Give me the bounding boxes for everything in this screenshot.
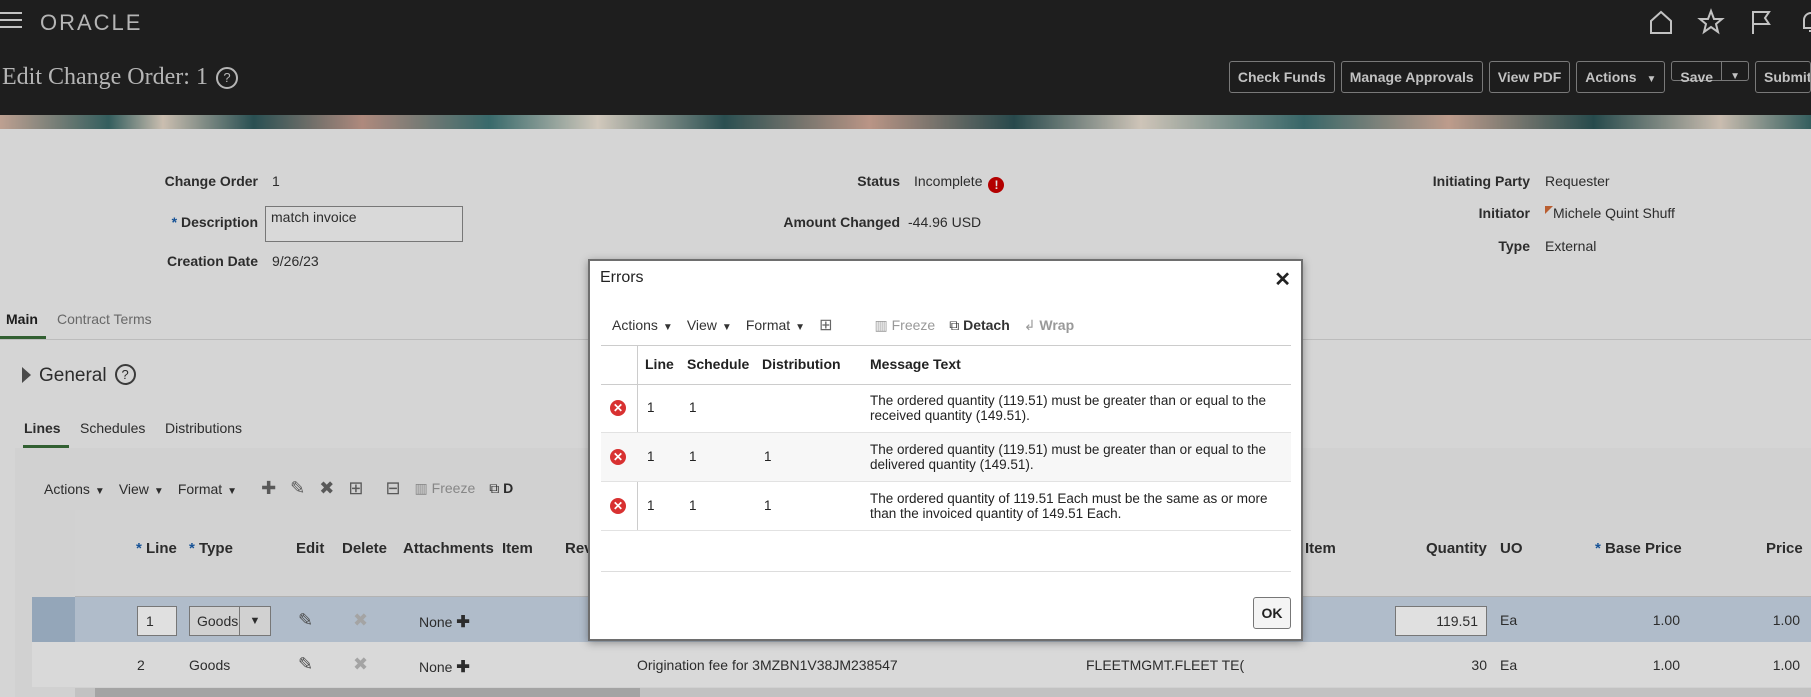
col-schedule[interactable]: Schedule bbox=[687, 356, 749, 372]
divider bbox=[601, 571, 1291, 572]
wrap-icon: ↲ bbox=[1023, 316, 1036, 333]
error-message: The ordered quantity of 119.51 Each must… bbox=[870, 491, 1268, 521]
col-message-text[interactable]: Message Text bbox=[870, 356, 961, 372]
table-row[interactable]: ✕ 1 1 1 The ordered quantity (119.51) mu… bbox=[601, 433, 1291, 482]
table-row[interactable]: ✕ 1 1 1 The ordered quantity of 119.51 E… bbox=[601, 482, 1291, 531]
errors-toolbar: Actions View Format ⊞ ▥ Freeze ⧉ Detach … bbox=[612, 315, 1074, 335]
freeze-label: Freeze bbox=[891, 316, 936, 333]
detach-icon: ⧉ bbox=[949, 316, 960, 333]
wrap-button[interactable]: ↲ Wrap bbox=[1024, 317, 1074, 334]
errors-table-header: Line Schedule Distribution Message Text bbox=[601, 345, 1291, 385]
error-icon: ✕ bbox=[610, 498, 626, 514]
errors-dialog: Errors ✕ Actions View Format ⊞ ▥ Freeze … bbox=[588, 259, 1303, 641]
error-distribution: 1 bbox=[764, 498, 772, 513]
error-message: The ordered quantity (119.51) must be gr… bbox=[870, 442, 1266, 472]
errors-format-menu[interactable]: Format bbox=[746, 317, 805, 333]
detach-button[interactable]: ⧉ Detach bbox=[949, 317, 1010, 334]
error-schedule: 1 bbox=[689, 400, 697, 415]
error-schedule: 1 bbox=[689, 449, 697, 464]
error-icon: ✕ bbox=[610, 449, 626, 465]
col-distribution[interactable]: Distribution bbox=[762, 356, 841, 372]
error-distribution: 1 bbox=[764, 449, 772, 464]
freeze-icon: ▥ bbox=[874, 316, 888, 333]
freeze-button[interactable]: ▥ Freeze bbox=[874, 317, 935, 334]
dialog-title: Errors bbox=[600, 269, 644, 286]
error-line: 1 bbox=[647, 498, 655, 513]
query-by-example-icon[interactable]: ⊞ bbox=[819, 315, 832, 335]
table-row[interactable]: ✕ 1 1 The ordered quantity (119.51) must… bbox=[601, 384, 1291, 433]
wrap-label: Wrap bbox=[1039, 316, 1075, 333]
error-schedule: 1 bbox=[689, 498, 697, 513]
ok-button[interactable]: OK bbox=[1253, 597, 1291, 629]
detach-label: Detach bbox=[963, 316, 1010, 333]
error-icon: ✕ bbox=[610, 400, 626, 416]
col-line[interactable]: Line bbox=[645, 356, 674, 372]
close-icon[interactable]: ✕ bbox=[1274, 267, 1291, 292]
error-line: 1 bbox=[647, 400, 655, 415]
error-line: 1 bbox=[647, 449, 655, 464]
errors-actions-menu[interactable]: Actions bbox=[612, 317, 673, 333]
errors-view-menu[interactable]: View bbox=[687, 317, 732, 333]
error-message: The ordered quantity (119.51) must be gr… bbox=[870, 393, 1266, 423]
